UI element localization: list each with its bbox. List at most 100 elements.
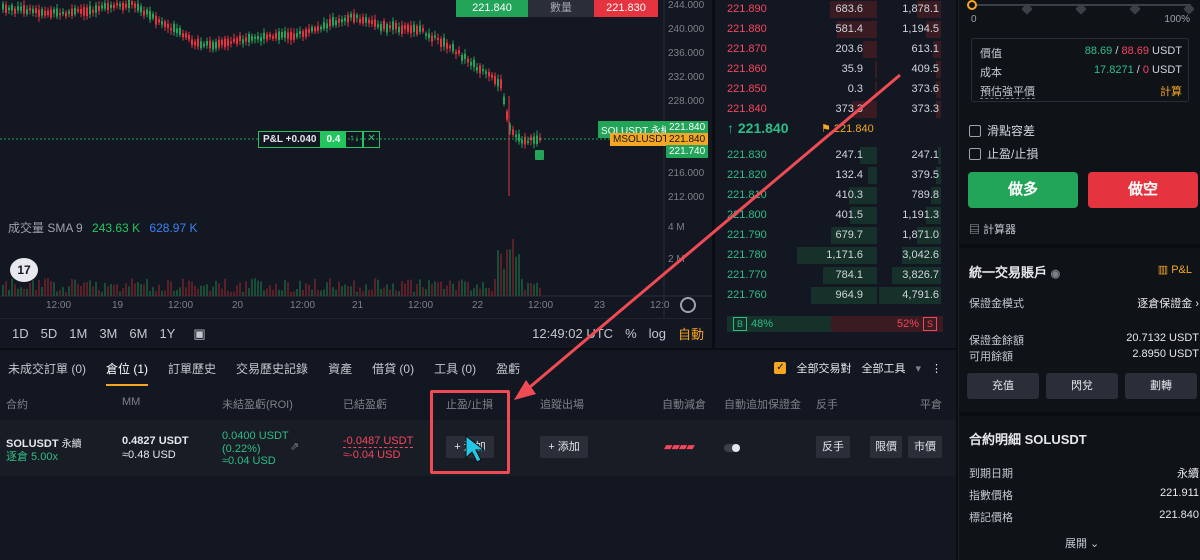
slider-step[interactable] — [1183, 3, 1195, 15]
all-pairs-filter[interactable]: 全部交易對 — [796, 360, 851, 376]
candle-body — [272, 36, 274, 39]
tpsl-checkbox[interactable]: 止盈/止損 — [969, 145, 1038, 162]
timeframe-3m[interactable]: 3M — [99, 326, 117, 341]
volume-bar — [134, 283, 136, 296]
margin-mode-value[interactable]: 逐倉保證金 › — [1137, 295, 1199, 311]
bid-qty: 1,171.6 — [826, 249, 863, 261]
quick-trade-strip[interactable]: 221.840 數量 221.830 — [456, 0, 658, 17]
slider-step[interactable] — [1075, 3, 1087, 15]
all-tools-filter[interactable]: 全部工具 — [861, 360, 905, 376]
ask-row[interactable]: 221.890 683.6 1,878.1 — [715, 0, 957, 20]
volume-bar — [236, 285, 238, 296]
reverse-button[interactable]: 反手 — [816, 436, 850, 458]
tab-tools[interactable]: 工具 (0) — [434, 360, 476, 377]
mark-price-value: 221.840 — [833, 123, 874, 135]
ask-row[interactable]: 221.840 373.3 373.3 — [715, 100, 957, 120]
candle-body — [305, 29, 307, 37]
volume-bar — [197, 288, 199, 296]
bid-row[interactable]: 221.770 784.1 3,826.7 — [715, 266, 957, 286]
bid-row[interactable]: 221.800 401.5 1,191.3 — [715, 206, 957, 226]
value-row: 價值 88.69 / 88.69 USDT — [980, 45, 1182, 61]
ask-row[interactable]: 221.880 581.4 1,194.5 — [715, 20, 957, 40]
margin-mode-row[interactable]: 保證金模式 逐倉保證金 › — [969, 295, 1199, 311]
checkbox-box[interactable] — [969, 124, 981, 137]
bid-row[interactable]: 221.820 132.4 379.5 — [715, 166, 957, 186]
candlestick-chart[interactable]: 244.000240.000236.000232.000228.000224.0… — [0, 0, 712, 318]
tab-borrowing[interactable]: 借貸 (0) — [372, 360, 414, 377]
eye-icon[interactable]: ◉ — [1051, 268, 1061, 280]
limit-close-button[interactable]: 限價 — [870, 436, 902, 458]
quick-buy-price[interactable]: 221.840 — [456, 0, 528, 17]
tab-open-orders[interactable]: 未成交訂單 (0) — [8, 360, 86, 377]
expand-link[interactable]: 展開 ⌄ — [1065, 535, 1099, 551]
volume-bar — [344, 284, 346, 296]
slider-step[interactable] — [1021, 3, 1033, 15]
liq-calc-link[interactable]: 計算 — [1160, 83, 1182, 99]
volume-bar — [116, 284, 118, 296]
caret-down-icon[interactable]: ▾ — [915, 362, 921, 375]
buy-marker-icon[interactable] — [535, 150, 544, 160]
add-trailing-stop-button[interactable]: + 添加 — [540, 436, 588, 458]
slider-step[interactable] — [1129, 3, 1141, 15]
auto-margin-toggle[interactable] — [724, 444, 740, 452]
position-pnl-line-label[interactable]: P&L +0.040 0.4 ↑↓ ✕ — [258, 131, 380, 148]
bid-row[interactable]: 221.760 964.9 4,791.6 — [715, 286, 957, 306]
convert-button[interactable]: 閃兌 — [1046, 373, 1118, 399]
quick-sell-price[interactable]: 221.830 — [594, 0, 658, 17]
bid-price: 221.810 — [727, 189, 767, 201]
quick-qty-label[interactable]: 數量 — [528, 0, 594, 17]
auto-scale-toggle[interactable]: 自動 — [678, 324, 704, 343]
value-unit: USDT — [1149, 45, 1182, 57]
tab-pnl[interactable]: 盈虧 — [496, 360, 520, 377]
timeframe-1m[interactable]: 1M — [69, 326, 87, 341]
volume-bar — [212, 286, 214, 296]
header-rpnl: 已結盈虧 — [343, 399, 387, 411]
slider-handle[interactable] — [967, 0, 977, 10]
utc-clock[interactable]: 12:49:02 UTC — [532, 326, 613, 341]
timeframe-6m[interactable]: 6M — [129, 326, 147, 341]
volume-bar — [371, 289, 373, 296]
bid-row[interactable]: 221.810 410.3 789.8 — [715, 186, 957, 206]
volume-bar — [530, 282, 532, 296]
deposit-button[interactable]: 充值 — [967, 373, 1039, 399]
candle-body — [245, 37, 247, 42]
calculator-link[interactable]: ▤ 計算器 — [969, 221, 1016, 237]
reverse-icon[interactable]: ↑↓ — [345, 131, 364, 148]
tab-assets[interactable]: 資產 — [328, 360, 352, 377]
percent-toggle[interactable]: % — [625, 326, 637, 341]
checkbox-checked-icon[interactable]: ✓ — [774, 362, 787, 374]
log-toggle[interactable]: log — [649, 326, 666, 341]
share-icon[interactable]: ⇗ — [290, 440, 299, 453]
long-button[interactable]: 做多 — [968, 172, 1078, 208]
leverage-slider-track[interactable] — [971, 3, 1195, 15]
bid-row[interactable]: 221.830 247.1 247.1 — [715, 146, 957, 166]
ask-row[interactable]: 221.870 203.6 613.1 — [715, 40, 957, 60]
candle-body — [506, 111, 508, 120]
price-chart[interactable]: 244.000240.000236.000232.000228.000224.0… — [0, 0, 712, 348]
tab-order-history[interactable]: 訂單歷史 — [168, 360, 216, 377]
candle-body — [242, 39, 244, 44]
bid-row[interactable]: 221.790 679.7 1,871.0 — [715, 226, 957, 246]
transfer-button[interactable]: 劃轉 — [1125, 373, 1197, 399]
short-button[interactable]: 做空 — [1088, 172, 1198, 208]
tab-trade-history[interactable]: 交易歷史記錄 — [236, 360, 308, 377]
timeframe-1y[interactable]: 1Y — [159, 326, 175, 341]
close-icon[interactable]: ✕ — [363, 131, 380, 148]
date-range-icon[interactable]: ▣ — [193, 326, 205, 342]
timeframe-5d[interactable]: 5D — [41, 326, 58, 341]
rpnl-usdt[interactable]: -0.0487 USDT — [343, 435, 414, 448]
ask-price: 221.880 — [727, 23, 767, 35]
ask-qty-bar — [875, 81, 877, 98]
slippage-checkbox[interactable]: 滑點容差 — [969, 122, 1035, 139]
ask-row[interactable]: 221.860 35.9 409.5 — [715, 60, 957, 80]
checkbox-box[interactable] — [969, 147, 981, 160]
bid-row[interactable]: 221.780 1,171.6 3,042.6 — [715, 246, 957, 266]
tab-positions[interactable]: 倉位 (1) — [106, 360, 149, 386]
market-close-button[interactable]: 市價 — [908, 436, 942, 458]
ask-row[interactable]: 221.850 0.3 373.6 — [715, 80, 957, 100]
timeframe-1d[interactable]: 1D — [12, 326, 29, 341]
pnl-link[interactable]: ▥ P&L — [1158, 263, 1192, 276]
more-icon[interactable]: ⋮ — [931, 362, 942, 375]
chart-settings-icon[interactable] — [680, 297, 696, 313]
price-tick-label: 216.000 — [668, 168, 705, 179]
